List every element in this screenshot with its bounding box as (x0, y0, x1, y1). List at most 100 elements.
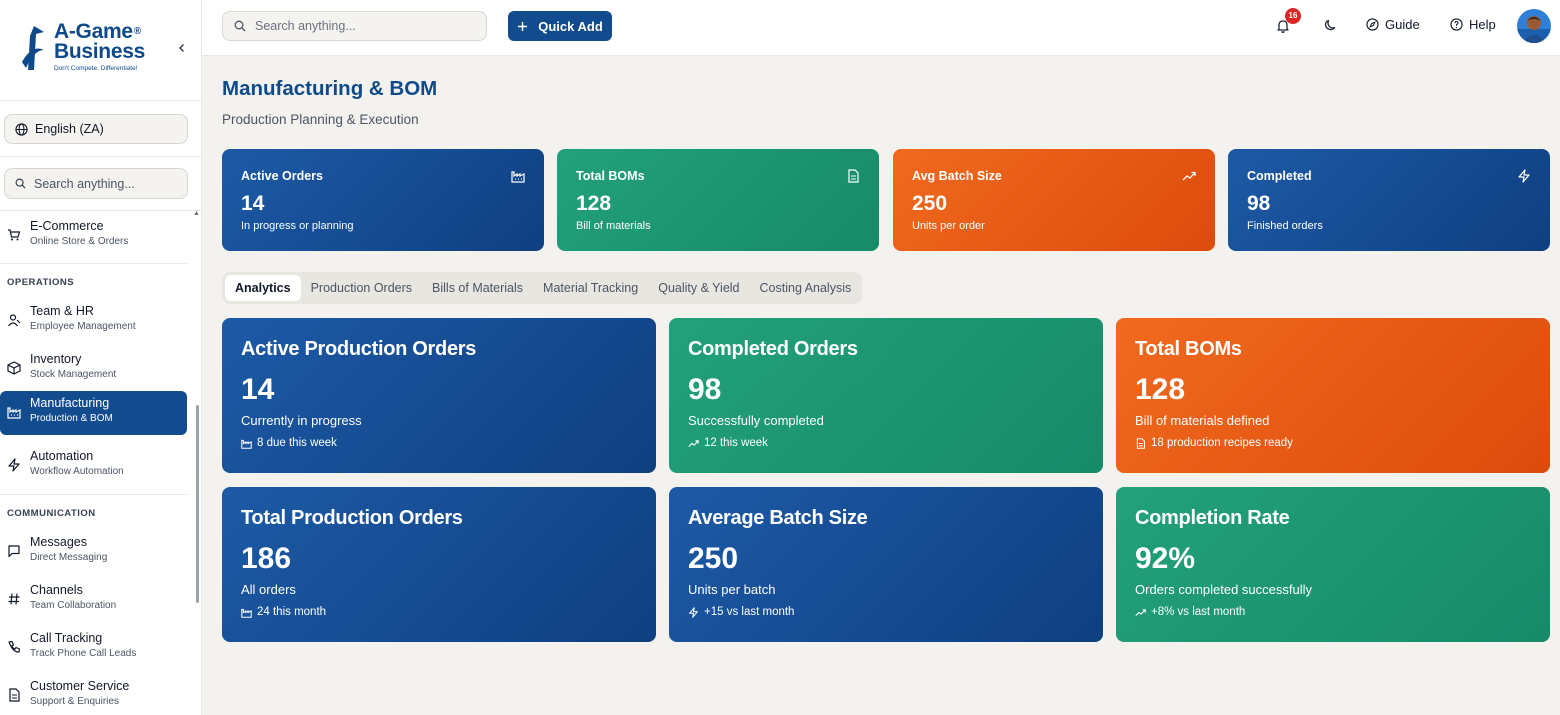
card-description: Successfully completed (688, 413, 824, 428)
stat-value: 14 (241, 192, 265, 215)
sidebar-item-title: Inventory (30, 352, 82, 366)
sidebar-item-title: E-Commerce (30, 219, 104, 233)
stat-value: 98 (1247, 192, 1271, 215)
sidebar-item-call-tracking[interactable]: Call Tracking Track Phone Call Leads (0, 626, 187, 670)
sidebar-item-team-hr[interactable]: Team & HR Employee Management (0, 299, 187, 343)
card-footnote-text: +8% vs last month (1151, 606, 1246, 618)
language-label: English (ZA) (35, 122, 104, 136)
brand-name-line2: Business (54, 40, 145, 63)
sidebar-item-title: Team & HR (30, 304, 94, 318)
card-description: Orders completed successfully (1135, 582, 1313, 597)
sidebar-item-title: Call Tracking (30, 631, 103, 645)
card-description: Bill of materials defined (1135, 413, 1270, 428)
page-subtitle: Production Planning & Execution (222, 112, 419, 127)
stat-card-completed[interactable]: Completed 98 Finished orders (1228, 149, 1550, 251)
page-title: Manufacturing & BOM (222, 77, 438, 100)
sidebar-search-input[interactable] (34, 176, 174, 191)
sidebar-item-subtitle: Production & BOM (30, 413, 113, 424)
quick-add-label: Quick Add (538, 18, 603, 34)
tab-material-tracking[interactable]: Material Tracking (533, 275, 648, 301)
analytics-card-active-production-orders[interactable]: Active Production Orders 14 Currently in… (222, 318, 656, 473)
sidebar-item-subtitle: Employee Management (30, 321, 136, 332)
plus-icon (518, 21, 528, 31)
stat-label: Completed (1247, 169, 1312, 183)
card-title: Completed Orders (688, 338, 858, 360)
tab-production-orders[interactable]: Production Orders (301, 275, 422, 301)
top-bar: Quick Add 16 Guide Help (202, 0, 1560, 56)
cart-icon (8, 229, 21, 241)
search-icon (234, 20, 246, 32)
stat-value: 250 (912, 192, 948, 215)
brand-logo[interactable]: A-Game® Business Don't Compete. Differen… (18, 18, 168, 78)
search-icon (15, 178, 26, 189)
trend-up-icon (1135, 608, 1146, 616)
help-circle-icon (1450, 18, 1463, 31)
sidebar-item-inventory[interactable]: Inventory Stock Management (0, 347, 187, 391)
card-value: 14 (241, 373, 275, 406)
language-selector[interactable]: English (ZA) (4, 114, 188, 144)
moon-icon[interactable] (1321, 18, 1337, 34)
sidebar-item-channels[interactable]: Channels Team Collaboration (0, 578, 187, 622)
guide-link[interactable]: Guide (1366, 17, 1420, 32)
chevron-left-icon (178, 43, 185, 53)
analytics-card-completed-orders[interactable]: Completed Orders 98 Successfully complet… (669, 318, 1103, 473)
global-search-input[interactable] (255, 19, 455, 33)
sidebar-item-customer-service[interactable]: Customer Service Support & Enquiries (0, 674, 187, 715)
card-footnote: 12 this week (688, 437, 1084, 449)
sidebar-item-manufacturing[interactable]: Manufacturing Production & BOM (0, 391, 187, 435)
document-icon (9, 688, 20, 702)
sidebar-search[interactable] (4, 168, 188, 199)
stat-value: 128 (576, 192, 612, 215)
quick-add-button[interactable]: Quick Add (508, 11, 612, 41)
analytics-card-completion-rate[interactable]: Completion Rate 92% Orders completed suc… (1116, 487, 1550, 642)
analytics-card-total-boms[interactable]: Total BOMs 128 Bill of materials defined… (1116, 318, 1550, 473)
sidebar-scrollbar[interactable] (196, 405, 199, 603)
divider (0, 100, 202, 101)
bolt-icon (8, 458, 20, 472)
analytics-card-average-batch-size[interactable]: Average Batch Size 250 Units per batch +… (669, 487, 1103, 642)
card-footnote: +8% vs last month (1135, 606, 1531, 618)
sidebar-item-e-commerce[interactable]: E-Commerce Online Store & Orders (0, 214, 187, 258)
avatar-photo (1517, 9, 1551, 43)
stat-card-active-orders[interactable]: Active Orders 14 In progress or planning (222, 149, 544, 251)
tab-quality-yield[interactable]: Quality & Yield (648, 275, 749, 301)
divider (0, 210, 202, 211)
phone-icon (8, 640, 21, 653)
sidebar-item-automation[interactable]: Automation Workflow Automation (0, 444, 187, 488)
stat-card-avg-batch-size[interactable]: Avg Batch Size 250 Units per order (893, 149, 1215, 251)
card-description: All orders (241, 582, 296, 597)
user-avatar[interactable] (1517, 9, 1551, 43)
stat-description: Finished orders (1247, 220, 1323, 232)
analytics-card-total-production-orders[interactable]: Total Production Orders 186 All orders 2… (222, 487, 656, 642)
tab-analytics[interactable]: Analytics (225, 275, 301, 301)
stat-description: In progress or planning (241, 220, 354, 232)
sidebar-item-subtitle: Track Phone Call Leads (30, 648, 137, 659)
tab-costing-analysis[interactable]: Costing Analysis (750, 275, 862, 301)
message-icon (8, 545, 20, 558)
global-search[interactable] (222, 11, 487, 41)
tab-bills-of-materials[interactable]: Bills of Materials (422, 275, 533, 301)
factory-icon (241, 608, 252, 618)
sidebar-item-title: Manufacturing (30, 396, 110, 410)
card-title: Total BOMs (1135, 338, 1242, 360)
card-value: 128 (1135, 373, 1186, 406)
card-footnote-text: +15 vs last month (704, 606, 795, 618)
logo-mark-icon (22, 26, 44, 70)
sidebar-item-title: Automation (30, 449, 94, 463)
card-description: Currently in progress (241, 413, 362, 428)
card-footnote: 24 this month (241, 606, 637, 618)
factory-icon (511, 171, 525, 183)
scroll-up-arrow[interactable]: ▲ (193, 210, 200, 217)
sidebar: A-Game® Business Don't Compete. Differen… (0, 0, 202, 715)
card-description: Units per batch (688, 582, 776, 597)
stat-card-total-boms[interactable]: Total BOMs 128 Bill of materials (557, 149, 879, 251)
divider (0, 263, 187, 264)
document-icon (848, 169, 859, 183)
brand-name: A-Game® Business (54, 21, 145, 63)
card-footnote-text: 12 this week (704, 437, 768, 449)
help-link[interactable]: Help (1450, 17, 1496, 32)
sidebar-item-messages[interactable]: Messages Direct Messaging (0, 530, 187, 574)
compass-icon (1366, 18, 1379, 31)
collapse-sidebar-button[interactable] (174, 40, 190, 56)
section-label-operations: OPERATIONS (7, 277, 75, 288)
